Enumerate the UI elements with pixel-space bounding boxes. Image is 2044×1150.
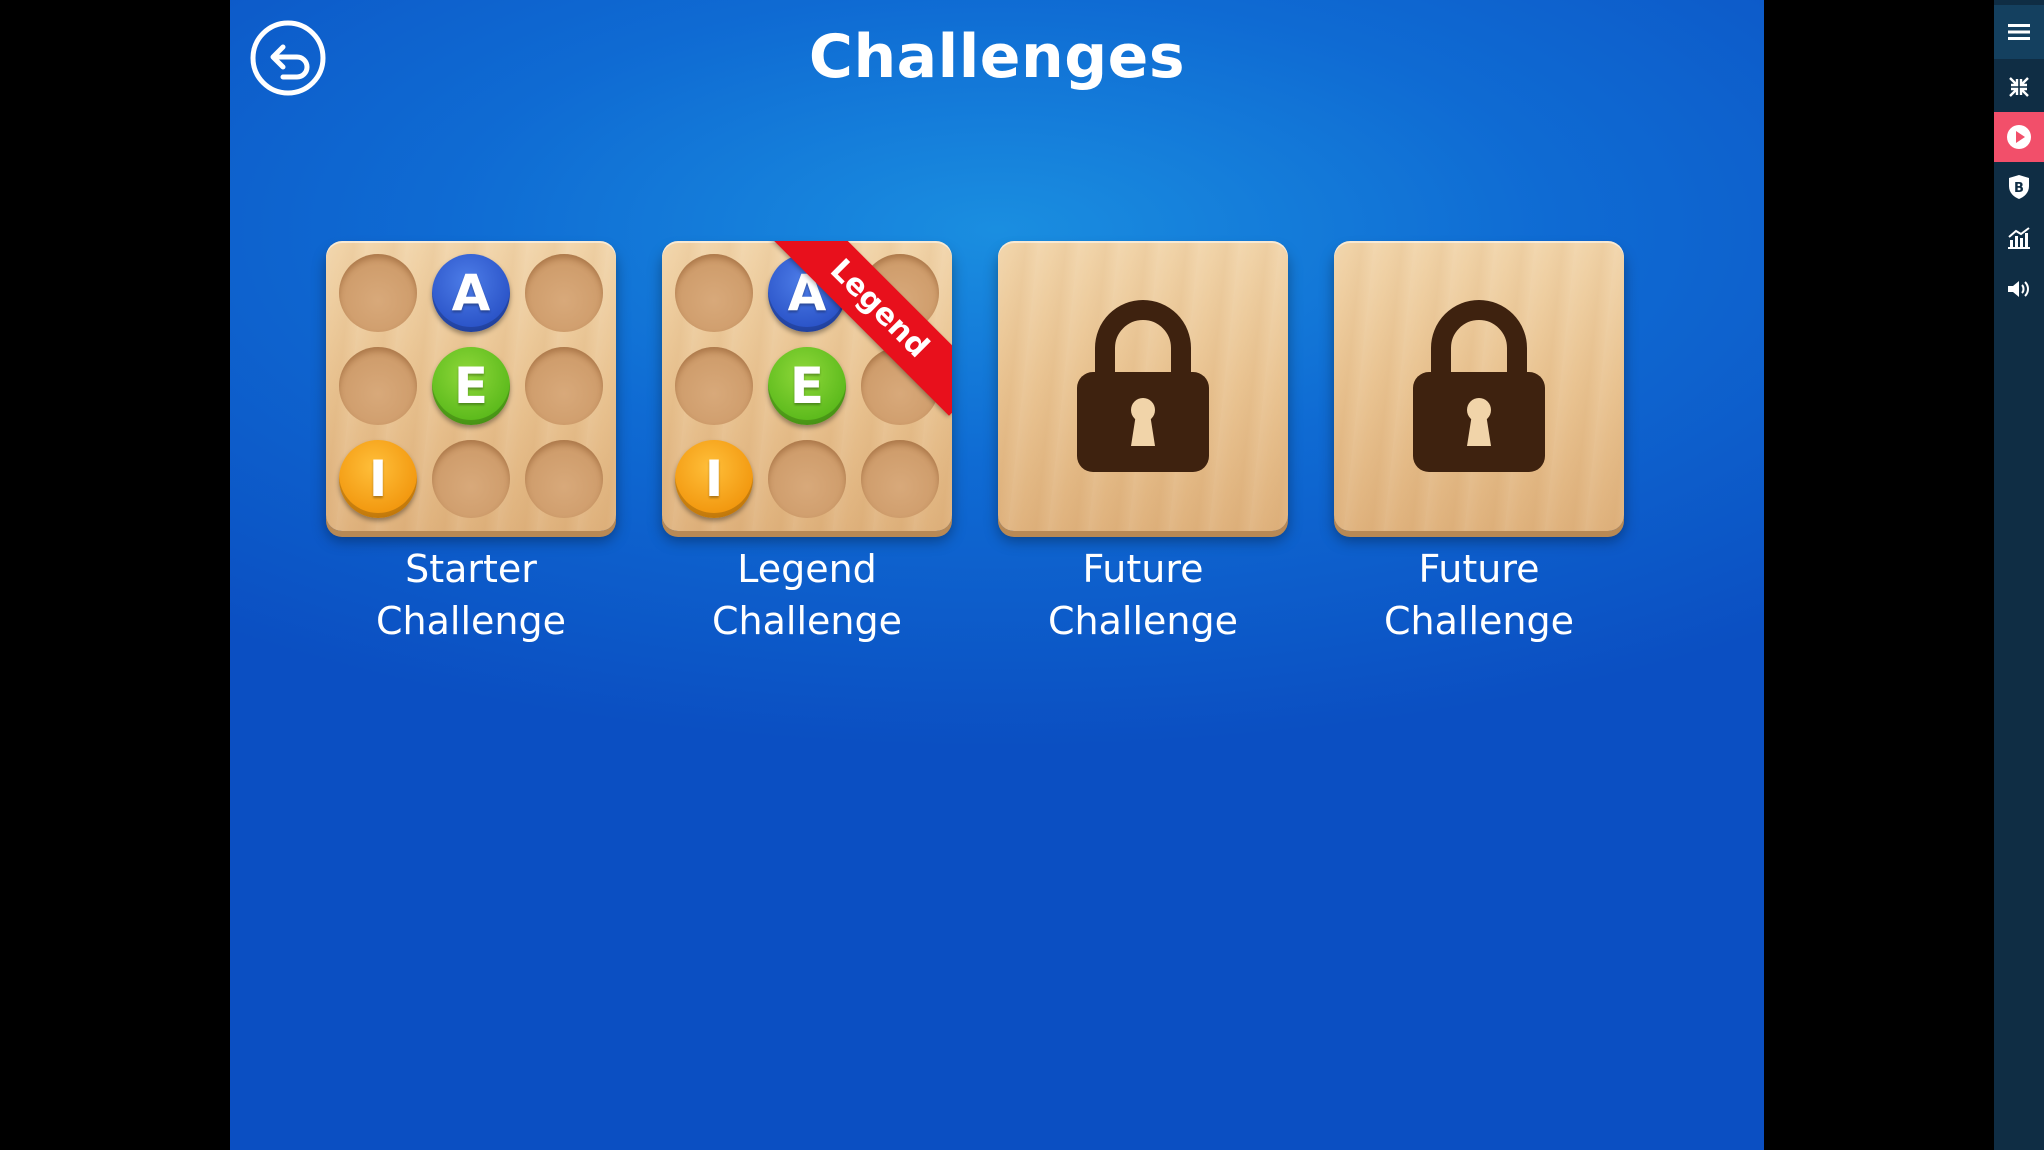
sidebar-stats-button[interactable] [1994,213,2044,263]
challenge-label-line2: Challenge [1384,599,1574,643]
empty-hole [339,254,417,332]
screen: Challenges AEI Starter Challenge AEI Leg… [0,0,2044,1150]
letter-ball-i: I [675,440,753,518]
challenge-card-legend[interactable]: AEI Legend Legend Challenge [662,241,952,647]
letter-ball-e: E [432,347,510,425]
letter-ball-a: A [432,254,510,332]
empty-hole [339,347,417,425]
collapse-arrows-icon [2009,77,2029,97]
sidebar-menu-button[interactable] [1994,5,2044,59]
speaker-icon [2008,281,2029,297]
challenge-label: Legend Challenge [637,543,977,647]
challenge-label-line1: Starter [405,547,537,591]
chart-icon [2008,227,2030,249]
challenge-label-line1: Future [1418,547,1540,591]
svg-text:B: B [2014,181,2024,196]
challenge-tile-locked[interactable] [1334,241,1624,531]
empty-hole [525,254,603,332]
challenge-card-starter[interactable]: AEI Starter Challenge [326,241,616,647]
lock-icon [1413,300,1545,472]
play-icon [2007,125,2031,149]
challenge-tile[interactable]: AEI Legend [662,241,952,531]
empty-hole [525,347,603,425]
sidebar-sound-button[interactable] [1994,264,2044,314]
challenge-tile-locked[interactable] [998,241,1288,531]
empty-hole [525,440,603,518]
challenge-label-line2: Challenge [712,599,902,643]
empty-hole [675,347,753,425]
challenge-card-future-1[interactable]: Future Challenge [998,241,1288,647]
challenge-label-line2: Challenge [1048,599,1238,643]
empty-hole [768,440,846,518]
empty-hole [861,440,939,518]
page-title: Challenges [808,22,1186,92]
empty-hole [675,254,753,332]
challenge-label: Future Challenge [973,543,1313,647]
challenge-label-line1: Future [1082,547,1204,591]
sidebar-collapse-button[interactable] [1994,62,2044,112]
letter-ball-i: I [339,440,417,518]
hamburger-menu-icon [2008,24,2030,40]
sidebar-shield-button[interactable]: B [1994,162,2044,212]
game-area: Challenges AEI Starter Challenge AEI Leg… [230,0,1764,1150]
challenge-tile[interactable]: AEI [326,241,616,531]
shield-b-icon: B [2009,175,2029,199]
challenge-card-future-2[interactable]: Future Challenge [1334,241,1624,647]
challenge-label-line2: Challenge [376,599,566,643]
sidebar: B [1994,0,2044,1150]
challenge-label: Starter Challenge [301,543,641,647]
challenge-label: Future Challenge [1309,543,1649,647]
lock-icon [1077,300,1209,472]
sidebar-play-button[interactable] [1994,112,2044,162]
letter-ball-e: E [768,347,846,425]
empty-hole [432,440,510,518]
challenge-label-line1: Legend [737,547,877,591]
